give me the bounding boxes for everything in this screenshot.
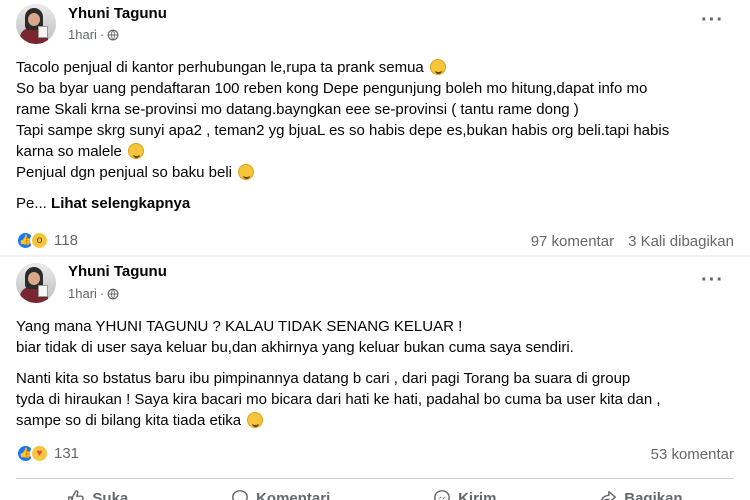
post-line: Yang mana YHUNI TAGUNU ? KALAU TIDAK SEN… (16, 318, 463, 335)
share-icon (601, 490, 617, 500)
comment-icon (232, 490, 248, 500)
like-label: Suka (92, 489, 129, 500)
action-bar: Suka Komentari Kirim Bagikan (16, 489, 734, 500)
post-line: Nanti kita so bstatus baru ibu pimpinann… (16, 370, 631, 387)
post-card-2: Yhuni Tagunu 1hari · ··· Yang mana YHUNI… (0, 257, 750, 500)
post-line: Tapi sampe skrg sunyi apa2 , teman2 yg b… (16, 122, 670, 139)
post-line: Tacolo penjual di kantor perhubungan le,… (16, 59, 424, 76)
like-button[interactable]: Suka (67, 489, 128, 500)
post-meta: 1hari · (68, 27, 119, 42)
post-line: biar tidak di user saya keluar bu,dan ak… (16, 339, 574, 356)
author-avatar[interactable] (16, 4, 56, 44)
more-options-icon[interactable]: ··· (701, 10, 724, 30)
globe-icon (107, 288, 119, 299)
tongue-emoji-icon (238, 164, 255, 180)
more-options-icon[interactable]: ··· (701, 270, 724, 290)
share-label: Bagikan (624, 489, 683, 500)
laugh-emoji-icon (128, 143, 145, 159)
post-line: Penjual dgn penjual so baku beli (16, 164, 232, 181)
share-button[interactable]: Bagikan (599, 489, 683, 500)
post-line: sampe so di bilang kita tiada etika (16, 412, 242, 429)
post-line: rame Skali krna se-provinsi mo datang.ba… (16, 101, 579, 118)
send-button[interactable]: Kirim (433, 489, 496, 500)
post-body: Yang mana YHUNI TAGUNU ? KALAU TIDAK SEN… (16, 316, 736, 431)
post-meta: 1hari · (68, 286, 119, 301)
post-stats: 97 komentar 3 Kali dibagikan (531, 233, 734, 250)
comment-label: Komentari (256, 489, 331, 500)
author-avatar[interactable] (16, 263, 56, 303)
send-label: Kirim (458, 489, 497, 500)
post-line: karna so malele (16, 143, 122, 160)
author-name[interactable]: Yhuni Tagunu (68, 263, 167, 280)
grin-emoji-icon (429, 59, 446, 75)
reaction-summary[interactable]: 👍 o 118 (16, 231, 78, 250)
globe-icon (107, 29, 119, 40)
thumbs-up-icon (68, 490, 85, 500)
wow-reaction-icon: o (30, 231, 49, 250)
post-time[interactable]: 1hari (68, 286, 97, 301)
post-body: Tacolo penjual di kantor perhubungan le,… (16, 57, 736, 214)
author-name[interactable]: Yhuni Tagunu (68, 5, 167, 22)
divider (16, 478, 734, 479)
post-line: Pe... (16, 195, 47, 212)
see-more-link[interactable]: Lihat selengkapnya (51, 195, 190, 212)
reaction-count: 118 (54, 232, 78, 249)
post-stats: 53 komentar (651, 446, 734, 463)
comment-count[interactable]: 97 komentar (531, 233, 614, 250)
post-line: So ba byar uang pendaftaran 100 reben ko… (16, 80, 648, 97)
reaction-summary[interactable]: 👍 ♥ 131 (16, 444, 79, 463)
messenger-icon (434, 490, 450, 500)
care-reaction-icon: ♥ (30, 444, 49, 463)
post-time[interactable]: 1hari (68, 27, 97, 42)
post-card-1: Yhuni Tagunu 1hari · ··· Tacolo penjual … (0, 0, 750, 255)
comment-count[interactable]: 53 komentar (651, 446, 734, 463)
post-line: tyda di hiraukan ! Saya kira bacari mo b… (16, 391, 661, 408)
laugh-emoji-icon (247, 412, 264, 428)
share-count[interactable]: 3 Kali dibagikan (628, 233, 734, 250)
comment-button[interactable]: Komentari (231, 489, 330, 500)
reaction-count: 131 (54, 445, 80, 462)
